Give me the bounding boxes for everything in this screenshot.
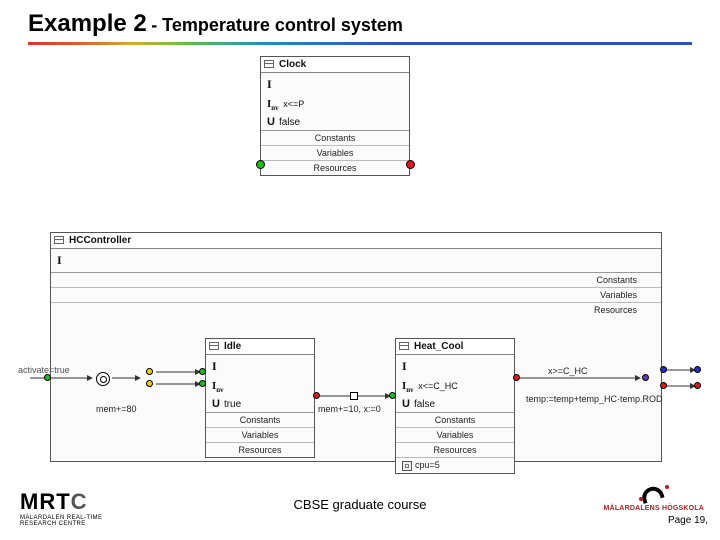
window-icon: [209, 342, 219, 350]
heat-U: Ufalse: [396, 396, 514, 412]
component-heat-cool: Heat_Cool I Inv x<=C_HC Ufalse Constants…: [395, 338, 515, 474]
port-clock-right: [406, 160, 415, 169]
junction-idle-heat: [350, 392, 358, 400]
page-number: Page 19,: [668, 515, 708, 526]
mdh-mark-icon: [641, 483, 667, 505]
label-tempcalc: temp:=temp+temp_HC·temp.ROD: [526, 394, 663, 404]
idle-U: Utrue: [206, 396, 314, 412]
section-resources: Resources: [206, 442, 314, 457]
logo-mrtc-line1: MÄLARDALEN REAL-TIME: [20, 515, 102, 522]
slide-title: Example 2 - Temperature control system: [28, 10, 403, 38]
component-title: Heat_Cool: [414, 341, 463, 352]
component-header: Idle: [206, 339, 314, 355]
section-variables: Variables: [261, 145, 409, 160]
port-idle-in-top: [199, 368, 206, 375]
label-mem80: mem+=80: [96, 404, 137, 414]
component-hccontroller: HCController I Constants Variables Resou…: [50, 232, 662, 462]
logo-mrtc: MRTC MÄLARDALEN REAL-TIME RESEARCH CENTR…: [20, 489, 102, 528]
label-xge: x>=C_HC: [548, 366, 588, 376]
component-title: HCController: [69, 235, 131, 246]
heat-cpu: cpu=5: [396, 457, 514, 473]
heat-I: I: [396, 355, 514, 378]
node-initial-inner: [100, 376, 107, 383]
port-hc-out-top: [660, 366, 667, 373]
title-main: Example 2: [28, 10, 147, 37]
window-icon: [54, 236, 64, 244]
section-resources: Resources: [261, 160, 409, 175]
title-underline: [28, 42, 692, 45]
window-icon: [399, 342, 409, 350]
section-constants: Constants: [206, 413, 314, 427]
section-variables: Variables: [396, 427, 514, 442]
component-idle: Idle I Inv Utrue Constants Variables Res…: [205, 338, 315, 458]
section-resources: Resources: [396, 442, 514, 457]
section-resources: Resources: [51, 302, 661, 317]
logo-mdh: MÄLARDALENS HÖGSKOLA: [604, 483, 704, 512]
section-variables: Variables: [51, 287, 661, 302]
ext-out-top: [694, 366, 701, 373]
port-clock-left: [256, 160, 265, 169]
component-title: Clock: [279, 59, 306, 70]
node-pre-idle-bot: [146, 380, 153, 387]
component-header: HCController: [51, 233, 661, 249]
component-title: Idle: [224, 341, 241, 352]
clock-U: Ufalse: [261, 114, 409, 130]
heat-invariant: Inv x<=C_HC: [396, 378, 514, 396]
node-pre-idle-top: [146, 368, 153, 375]
title-sub: - Temperature control system: [151, 15, 403, 35]
logo-mrtc-line2: RESEARCH CENTRE: [20, 521, 102, 528]
port-hc-out-bot: [660, 382, 667, 389]
section-constants: Constants: [396, 413, 514, 427]
component-header: Clock: [261, 57, 409, 73]
section-variables: Variables: [206, 427, 314, 442]
logo-mdh-text: MÄLARDALENS HÖGSKOLA: [604, 505, 704, 512]
node-exit: [642, 374, 649, 381]
port-idle-out: [313, 392, 320, 399]
component-header: Heat_Cool: [396, 339, 514, 355]
idle-I: I: [206, 355, 314, 378]
section-constants: Constants: [261, 131, 409, 145]
hc-I: I: [51, 249, 661, 272]
idle-invariant: Inv: [206, 378, 314, 396]
port-hc-entry: [44, 374, 51, 381]
clock-I: I: [261, 73, 409, 96]
section-constants: Constants: [51, 273, 661, 287]
port-heat-out: [513, 374, 520, 381]
label-activate: activate=true: [18, 365, 70, 375]
clock-invariant: Inv x<=P: [261, 96, 409, 114]
component-clock: Clock I Inv x<=P Ufalse Constants Variab…: [260, 56, 410, 176]
cpu-icon: [402, 461, 412, 471]
port-heat-in: [389, 392, 396, 399]
window-icon: [264, 60, 274, 68]
ext-out-bot: [694, 382, 701, 389]
label-mem10: mem+=10, x:=0: [318, 404, 381, 414]
port-idle-in-bot: [199, 380, 206, 387]
